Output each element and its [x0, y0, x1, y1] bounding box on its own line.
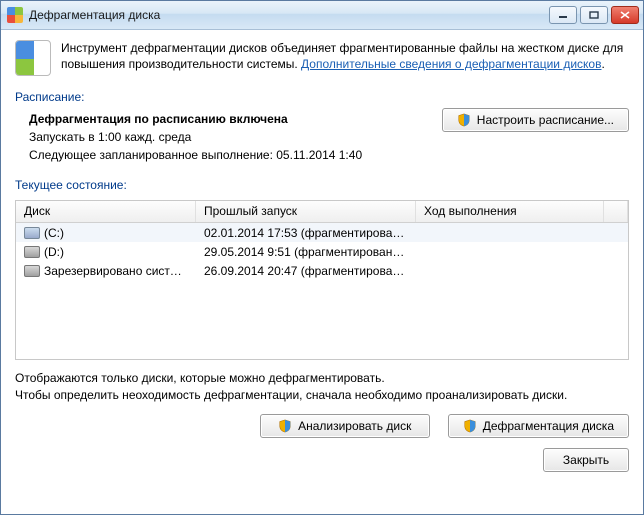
window-buttons [549, 6, 639, 24]
table-row[interactable]: (C:) 02.01.2014 17:53 (фрагментировано 0… [16, 223, 628, 242]
col-header-last-run[interactable]: Прошлый запуск [196, 201, 416, 222]
configure-schedule-label: Настроить расписание... [477, 113, 614, 127]
window-title: Дефрагментация диска [29, 8, 549, 22]
disk-label: (D:) [44, 245, 64, 259]
defrag-disk-label: Дефрагментация диска [483, 419, 614, 433]
disk-label: Зарезервировано системой [44, 264, 196, 278]
disk-table-header: Диск Прошлый запуск Ход выполнения [16, 201, 628, 223]
close-icon [620, 11, 630, 19]
schedule-box: Настроить расписание... Дефрагментация п… [15, 108, 629, 172]
defrag-app-icon [7, 7, 23, 23]
footer-note: Отображаются только диски, которые можно… [15, 370, 629, 404]
intro-help-link[interactable]: Дополнительные сведения о дефрагментации… [301, 57, 601, 71]
table-row[interactable]: Зарезервировано системой 26.09.2014 20:4… [16, 261, 628, 280]
shield-icon [457, 113, 471, 127]
disk-last-run: 29.05.2014 9:51 (фрагментировано 0%) [196, 245, 416, 259]
disk-table: Диск Прошлый запуск Ход выполнения (C:) … [15, 200, 629, 360]
disk-hd-icon [24, 265, 40, 277]
defrag-window: Дефрагментация диска Инструмент дефрагме… [0, 0, 644, 515]
analyze-disk-label: Анализировать диск [298, 419, 411, 433]
close-window-button[interactable] [611, 6, 639, 24]
col-header-disk[interactable]: Диск [16, 201, 196, 222]
disk-hd-icon [24, 246, 40, 258]
minimize-button[interactable] [549, 6, 577, 24]
content-area: Инструмент дефрагментации дисков объедин… [1, 30, 643, 514]
minimize-icon [558, 11, 568, 19]
close-button-row: Закрыть [15, 448, 629, 472]
shield-icon [278, 419, 292, 433]
state-section-label: Текущее состояние: [15, 178, 629, 192]
maximize-icon [589, 11, 599, 19]
titlebar: Дефрагментация диска [1, 1, 643, 30]
intro-text: Инструмент дефрагментации дисков объедин… [61, 40, 629, 76]
analyze-disk-button[interactable]: Анализировать диск [260, 414, 430, 438]
footer-line2: Чтобы определить неоходимость дефрагмент… [15, 387, 629, 404]
disk-table-body: (C:) 02.01.2014 17:53 (фрагментировано 0… [16, 223, 628, 280]
close-button-label: Закрыть [563, 453, 609, 467]
col-header-pad [604, 201, 628, 222]
disk-os-icon [24, 227, 40, 239]
shield-icon [463, 419, 477, 433]
disk-label: (C:) [44, 226, 64, 240]
schedule-next-run: Следующее запланированное выполнение: 05… [29, 148, 629, 162]
schedule-section-label: Расписание: [15, 90, 629, 104]
intro-block: Инструмент дефрагментации дисков объедин… [15, 40, 629, 76]
col-header-progress[interactable]: Ход выполнения [416, 201, 604, 222]
footer-line1: Отображаются только диски, которые можно… [15, 370, 629, 387]
configure-schedule-button[interactable]: Настроить расписание... [442, 108, 629, 132]
table-row[interactable]: (D:) 29.05.2014 9:51 (фрагментировано 0%… [16, 242, 628, 261]
maximize-button[interactable] [580, 6, 608, 24]
schedule-run-at: Запускать в 1:00 кажд. среда [29, 130, 629, 144]
close-button[interactable]: Закрыть [543, 448, 629, 472]
action-buttons-row: Анализировать диск Дефрагментация диска [15, 414, 629, 438]
disk-last-run: 02.01.2014 17:53 (фрагментировано 0%) [196, 226, 416, 240]
disk-last-run: 26.09.2014 20:47 (фрагментировано 0%) [196, 264, 416, 278]
defrag-disk-button[interactable]: Дефрагментация диска [448, 414, 629, 438]
intro-text-after: . [601, 57, 604, 71]
defrag-large-icon [15, 40, 51, 76]
